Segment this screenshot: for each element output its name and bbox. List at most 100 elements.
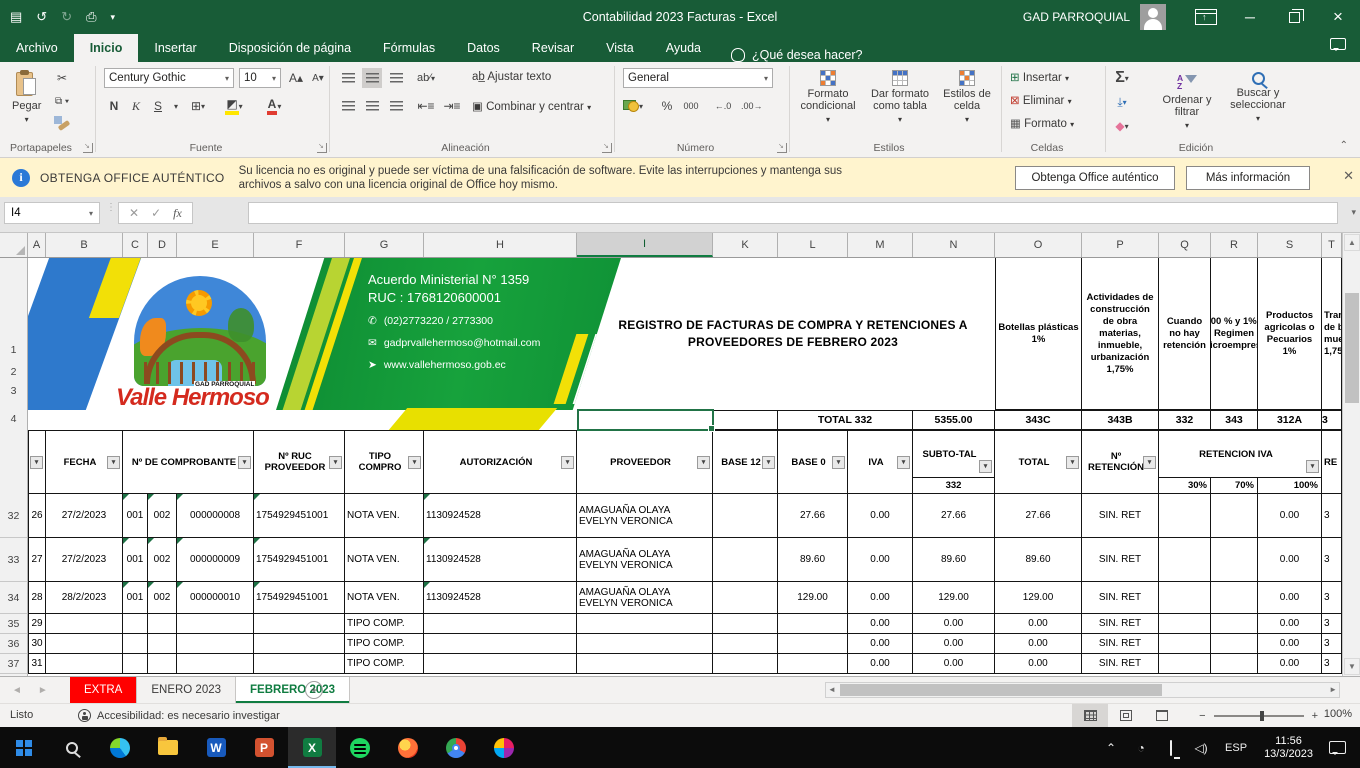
avatar[interactable]	[1140, 4, 1166, 30]
cell-nret-row32[interactable]: SIN. RET	[1082, 494, 1159, 538]
accessibility-status[interactable]: Accesibilidad: es necesario investigar	[78, 709, 280, 722]
cell-tipo-row35[interactable]: TIPO COMP.	[345, 614, 424, 634]
cell-ruc-row32[interactable]: 1754929451001	[254, 494, 345, 538]
cell-num-row36[interactable]: 30	[28, 634, 46, 654]
column-header-E[interactable]: E	[177, 233, 254, 257]
cell-fecha-row36[interactable]	[46, 634, 123, 654]
header-base0[interactable]: BASE 0▾	[778, 430, 848, 494]
column-header-Q[interactable]: Q	[1159, 233, 1211, 257]
column-header-S[interactable]: S	[1258, 233, 1322, 257]
cell-p30-row35[interactable]	[1159, 614, 1211, 634]
align-top-icon[interactable]	[338, 68, 358, 88]
cell-aut-row33[interactable]: 1130924528	[424, 538, 577, 582]
column-header-I[interactable]: I	[577, 233, 713, 257]
cell-iva-row35[interactable]: 0.00	[848, 614, 913, 634]
underline-dropdown-icon[interactable]: ▾	[166, 96, 186, 116]
align-middle-icon[interactable]	[362, 68, 382, 88]
cell-c2-row34[interactable]: 002	[148, 582, 177, 614]
cell-s4[interactable]: 312A	[1258, 410, 1322, 430]
cell-tot-row36[interactable]: 0.00	[995, 634, 1082, 654]
delete-cells-button[interactable]: ⊠ Eliminar ▾	[1010, 93, 1072, 107]
cell-iva-row33[interactable]: 0.00	[848, 538, 913, 582]
normal-view-icon[interactable]	[1072, 704, 1108, 727]
account-name[interactable]: GAD PARROQUIAL	[1023, 10, 1130, 24]
cell-aut-row35[interactable]	[424, 614, 577, 634]
cell-base0-row37[interactable]	[778, 654, 848, 674]
more-info-button[interactable]: Más información	[1186, 166, 1310, 190]
column-header-H[interactable]: H	[424, 233, 577, 257]
cell-sub-row32[interactable]: 27.66	[913, 494, 995, 538]
cell-base0-row35[interactable]	[778, 614, 848, 634]
row-header-2[interactable]: 2	[0, 366, 27, 378]
row-header-35[interactable]: 35	[0, 614, 28, 634]
cell-c3-row33[interactable]: 000000009	[177, 538, 254, 582]
header-base12[interactable]: BASE 12▾	[713, 430, 778, 494]
cell-base0-row32[interactable]: 27.66	[778, 494, 848, 538]
ribbon-tab-vista[interactable]: Vista	[590, 34, 650, 62]
header-autorizacion[interactable]: AUTORIZACIÓN▾	[424, 430, 577, 494]
cell-ruc-row36[interactable]	[254, 634, 345, 654]
cell-c3-row32[interactable]: 000000008	[177, 494, 254, 538]
cell-q1[interactable]: Cuando no hay retención	[1159, 258, 1211, 410]
cell-base12-row36[interactable]	[713, 634, 778, 654]
zoom-level[interactable]: 100%	[1324, 708, 1352, 720]
cell-q4[interactable]: 332	[1159, 410, 1211, 430]
page-layout-view-icon[interactable]	[1108, 704, 1144, 727]
cell-base0-row33[interactable]: 89.60	[778, 538, 848, 582]
formula-input[interactable]	[248, 202, 1338, 224]
cell-base12-row32[interactable]	[713, 494, 778, 538]
get-office-button[interactable]: Obtenga Office auténtico	[1015, 166, 1175, 190]
cell-t-row32[interactable]: 3	[1322, 494, 1342, 538]
redo-icon[interactable]: ↻	[61, 9, 72, 25]
cell-c1-row34[interactable]: 001	[123, 582, 148, 614]
cell-ruc-row37[interactable]	[254, 654, 345, 674]
save-icon[interactable]: ▤	[10, 9, 22, 25]
filter-icon[interactable]: ▾	[832, 456, 845, 469]
format-cells-button[interactable]: ▦ Formato ▾	[1010, 116, 1074, 130]
ribbon-display-options-icon[interactable]	[1184, 0, 1228, 34]
cell-nret-row33[interactable]: SIN. RET	[1082, 538, 1159, 582]
insert-cells-button[interactable]: ⊞ Insertar ▾	[1010, 70, 1069, 84]
cell-c1-row35[interactable]	[123, 614, 148, 634]
cell-n4[interactable]: 5355.00	[913, 410, 995, 430]
cell-tipo-row36[interactable]: TIPO COMP.	[345, 634, 424, 654]
font-dialog-launcher-icon[interactable]	[317, 143, 327, 153]
cell-tipo-row37[interactable]: TIPO COMP.	[345, 654, 424, 674]
cell-p30-row34[interactable]	[1159, 582, 1211, 614]
find-select-button[interactable]: Buscar y seleccionar▾	[1222, 68, 1294, 129]
cell-prov-row35[interactable]	[577, 614, 713, 634]
cell-p30-row36[interactable]	[1159, 634, 1211, 654]
column-header-B[interactable]: B	[46, 233, 123, 257]
cell-p70-row37[interactable]	[1211, 654, 1258, 674]
close-warning-icon[interactable]: ✕	[1343, 168, 1354, 184]
excel-icon[interactable]: X	[288, 727, 336, 768]
conditional-formatting-button[interactable]: Formato condicional▾	[792, 66, 864, 130]
cell-num-row35[interactable]: 29	[28, 614, 46, 634]
accounting-format-icon[interactable]: ▾	[623, 96, 643, 116]
cell-tot-row33[interactable]: 89.60	[995, 538, 1082, 582]
column-header-T[interactable]: T	[1322, 233, 1342, 257]
cell-tot-row35[interactable]: 0.00	[995, 614, 1082, 634]
cell-c1-row32[interactable]: 001	[123, 494, 148, 538]
wrap-text-button[interactable]: ab̲ Ajustar texto	[472, 71, 551, 83]
media-app-icon[interactable]	[480, 727, 528, 768]
clear-icon[interactable]: ◆ ▾	[1112, 116, 1132, 136]
column-header-M[interactable]: M	[848, 233, 913, 257]
column-header-D[interactable]: D	[148, 233, 177, 257]
cell-t4[interactable]: 3	[1322, 410, 1342, 430]
row-header-1[interactable]: 1	[0, 344, 27, 356]
ribbon-tab-inicio[interactable]: Inicio	[74, 34, 139, 62]
cell-fecha-row34[interactable]: 28/2/2023	[46, 582, 123, 614]
cell-prov-row32[interactable]: AMAGUAÑA OLAYA EVELYN VERONICA	[577, 494, 713, 538]
cell-sub-row36[interactable]: 0.00	[913, 634, 995, 654]
increase-decimal-icon[interactable]: ←.0	[713, 96, 733, 116]
search-icon[interactable]	[48, 727, 96, 768]
shrink-font-icon[interactable]: A▾	[308, 68, 328, 88]
decrease-indent-icon[interactable]: ⇤≡	[416, 96, 436, 116]
cell-t-row37[interactable]: 3	[1322, 654, 1342, 674]
row-header-36[interactable]: 36	[0, 634, 28, 654]
cell-p70-row36[interactable]	[1211, 634, 1258, 654]
align-bottom-icon[interactable]	[386, 68, 406, 88]
cell-fecha-row32[interactable]: 27/2/2023	[46, 494, 123, 538]
comma-style-icon[interactable]: 000	[681, 96, 701, 116]
